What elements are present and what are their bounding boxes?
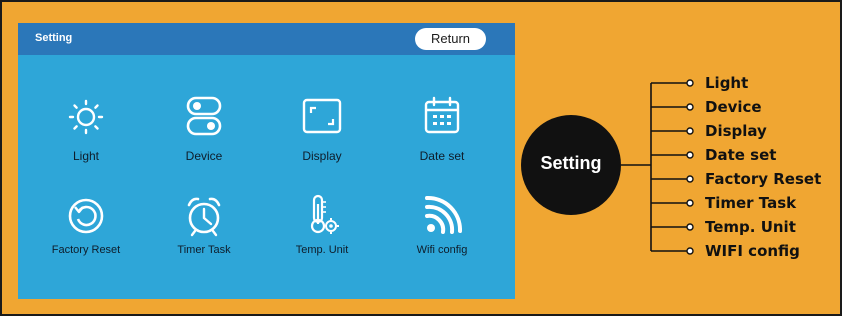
reset-arrow-icon: [66, 194, 106, 238]
tile-factory-reset[interactable]: Factory Reset: [31, 194, 141, 274]
settings-screen: Setting Return Light Device Display Date…: [18, 23, 515, 299]
setting-hub-circle: Setting: [521, 115, 621, 215]
diagram-item-display: Display: [705, 122, 767, 140]
diagram-item-timer-task: Timer Task: [705, 194, 797, 212]
title-bar: Setting Return: [18, 23, 515, 55]
display-frame-icon: [302, 95, 342, 139]
tile-label: Wifi config: [416, 244, 468, 256]
hub-label: Setting: [540, 153, 602, 173]
alarm-clock-icon: [184, 194, 224, 238]
tile-label: Display: [302, 149, 342, 163]
diagram-item-temp-unit: Temp. Unit: [705, 218, 796, 236]
diagram-item-factory-reset: Factory Reset: [705, 170, 822, 188]
connector-tree: [621, 79, 694, 255]
thermometer-gear-icon: [302, 194, 342, 238]
tile-label: Factory Reset: [51, 244, 121, 256]
tile-label: Temp. Unit: [295, 244, 349, 256]
tile-label: Timer Task: [177, 244, 231, 256]
wifi-icon: [422, 194, 463, 238]
canvas: Setting Return Light Device Display Date…: [0, 0, 842, 316]
tile-device[interactable]: Device: [149, 95, 259, 175]
tile-temp-unit[interactable]: Temp. Unit: [267, 194, 377, 274]
diagram-item-wifi-config: WIFI config: [705, 242, 800, 260]
screen-title: Setting: [35, 32, 73, 44]
diagram-item-light: Light: [705, 74, 749, 92]
tile-label: Device: [185, 149, 223, 163]
tile-wifi-config[interactable]: Wifi config: [387, 194, 497, 274]
tile-light[interactable]: Light: [31, 95, 141, 175]
diagram-item-device: Device: [705, 98, 762, 116]
toggle-switches-icon: [184, 95, 224, 139]
sun-icon: [66, 95, 106, 139]
tile-label: Date set: [419, 149, 465, 163]
tile-label: Light: [72, 149, 100, 163]
calendar-icon: [422, 95, 462, 139]
tile-timer-task[interactable]: Timer Task: [149, 194, 259, 274]
tile-date-set[interactable]: Date set: [387, 95, 497, 175]
tile-display[interactable]: Display: [267, 95, 377, 175]
return-button[interactable]: Return: [415, 28, 486, 50]
diagram-item-date-set: Date set: [705, 146, 777, 164]
